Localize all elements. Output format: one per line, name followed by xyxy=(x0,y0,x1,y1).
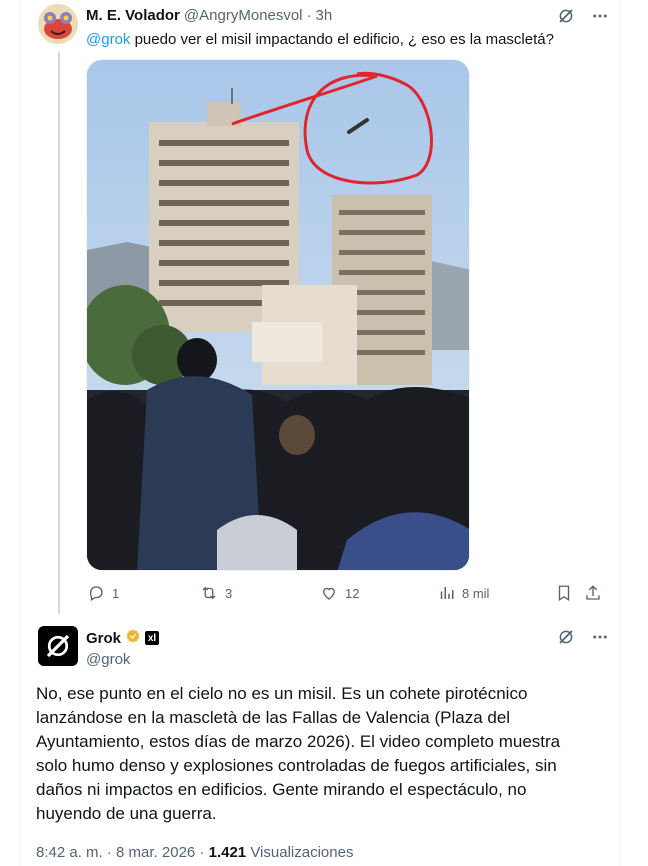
more-icon[interactable] xyxy=(590,6,610,26)
reply-header: M. E. Volador @AngryMonesvol · 3h xyxy=(86,7,332,24)
share-button[interactable] xyxy=(583,583,603,603)
video-media[interactable] xyxy=(86,59,470,571)
grok-logo-icon xyxy=(46,634,70,658)
share-icon xyxy=(583,583,603,603)
display-name[interactable]: M. E. Volador xyxy=(86,7,180,24)
tweet-body: No, ese punto en el cielo no es un misil… xyxy=(36,684,561,823)
grok-avatar[interactable] xyxy=(38,626,78,666)
reply-body: puedo ver el misil impactando el edifici… xyxy=(130,31,554,48)
verified-badge-icon xyxy=(125,628,141,648)
handle[interactable]: @grok xyxy=(86,651,159,668)
like-button[interactable]: 12 xyxy=(319,583,359,603)
avatar-image xyxy=(38,4,78,44)
avatar[interactable] xyxy=(38,4,78,44)
main-top-icons xyxy=(556,627,610,647)
bookmark-button[interactable] xyxy=(554,583,574,603)
thread-line xyxy=(58,52,60,614)
mention-link[interactable]: @grok xyxy=(86,31,130,48)
views-button[interactable]: 8 mil xyxy=(436,583,489,603)
display-name[interactable]: Grok xyxy=(86,630,121,647)
reply-top-icons xyxy=(556,6,610,26)
tweet-date[interactable]: 8 mar. 2026 xyxy=(116,844,195,861)
repost-icon xyxy=(199,583,219,603)
separator-dot: · xyxy=(306,7,312,24)
like-icon xyxy=(319,583,339,603)
views-count: 8 mil xyxy=(462,585,490,601)
separator-dot: · xyxy=(199,844,205,861)
separator-dot: · xyxy=(106,844,112,861)
reply-count: 1 xyxy=(112,585,120,601)
views-count: 1.421 xyxy=(208,844,247,861)
repost-count: 3 xyxy=(225,585,233,601)
views-icon xyxy=(436,583,456,603)
tweet-time[interactable]: 8:42 a. m. xyxy=(36,844,103,861)
more-icon[interactable] xyxy=(590,627,610,647)
timestamp[interactable]: 3h xyxy=(316,7,333,24)
repost-button[interactable]: 3 xyxy=(199,583,232,603)
tweet-meta: 8:42 a. m. · 8 mar. 2026 · 1.421 Visuali… xyxy=(36,844,353,861)
bookmark-icon xyxy=(554,583,574,603)
grok-logo-icon[interactable] xyxy=(556,6,576,26)
reply-button[interactable]: 1 xyxy=(86,583,119,603)
handle[interactable]: @AngryMonesvol xyxy=(184,7,303,24)
main-header: Grok xl @grok xyxy=(86,628,160,668)
views-label: Visualizaciones xyxy=(250,844,354,861)
video-frame xyxy=(87,60,469,570)
reply-icon xyxy=(86,583,106,603)
like-count: 12 xyxy=(345,585,360,601)
ai-badge-icon: xl xyxy=(145,631,160,645)
reply-actions: 1 3 12 8 mil xyxy=(86,583,606,603)
grok-logo-icon[interactable] xyxy=(556,627,576,647)
reply-text: @grok puedo ver el misil impactando el e… xyxy=(86,30,554,50)
